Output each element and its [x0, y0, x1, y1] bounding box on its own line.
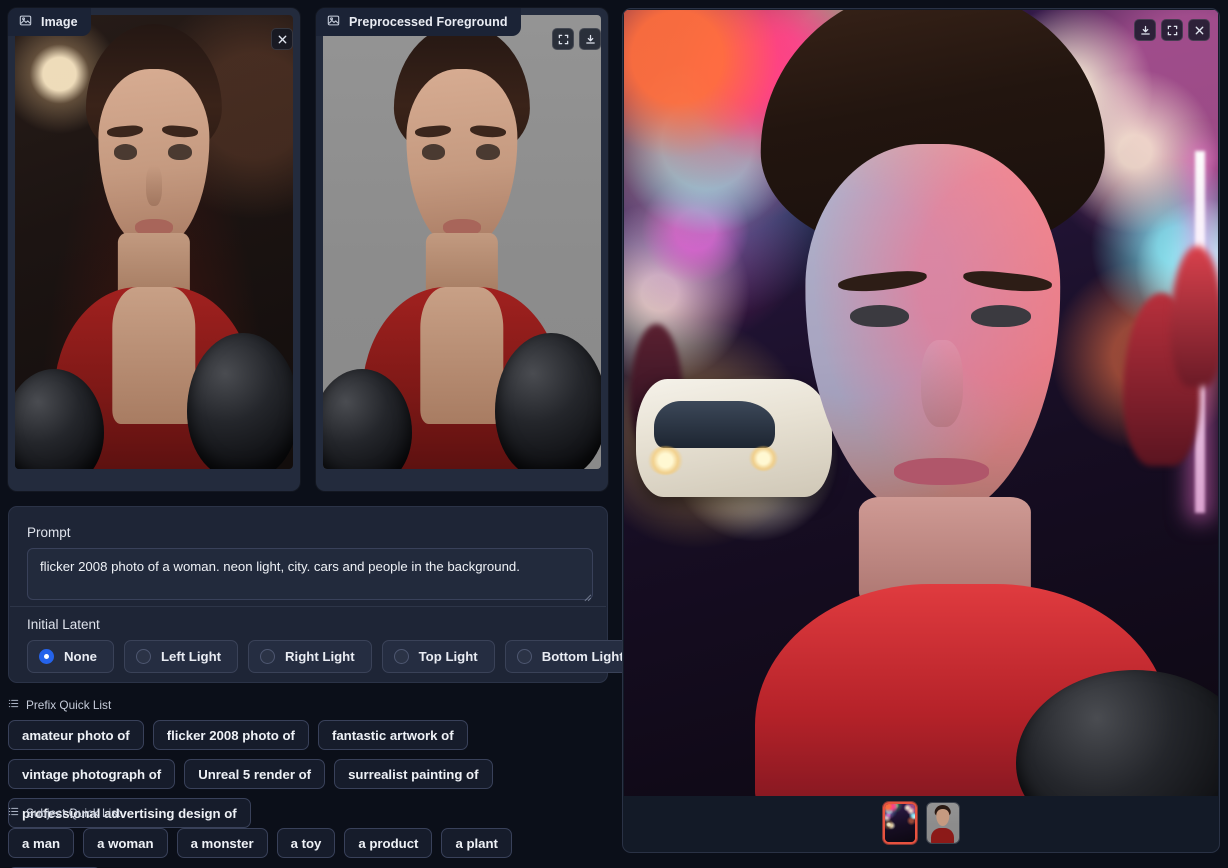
subject-chip[interactable]: a product	[344, 828, 433, 858]
result-panel	[622, 8, 1220, 853]
prompt-label: Prompt	[27, 525, 71, 540]
latent-option-label: Left Light	[160, 649, 222, 664]
latent-option-label: Right Light	[285, 649, 355, 664]
image-icon	[327, 14, 340, 30]
preprocessed-title: Preprocessed Foreground	[349, 15, 508, 29]
subject-chip-container: a man a woman a monster a toy a product …	[8, 828, 608, 868]
result-image-artwork	[624, 10, 1218, 796]
app-root: Image Preprocessed Foreground Prompt fli…	[0, 0, 1228, 868]
prefix-chip[interactable]: amateur photo of	[8, 720, 144, 750]
result-toolbar	[1134, 19, 1210, 41]
prefix-chip[interactable]: flicker 2008 photo of	[152, 720, 309, 750]
input-image-title-bar: Image	[8, 8, 91, 36]
subject-chip[interactable]: a toy	[276, 828, 336, 858]
prompt-input[interactable]	[27, 548, 593, 600]
input-image-panel: Image	[8, 8, 300, 491]
prefix-chip[interactable]: vintage photograph of	[8, 759, 176, 789]
close-icon[interactable]	[1188, 19, 1210, 41]
list-icon	[8, 806, 19, 820]
latent-option-top-light[interactable]: Top Light	[381, 640, 495, 673]
input-image-title: Image	[41, 15, 78, 29]
result-subject	[624, 10, 1218, 796]
preprocessed-image-artwork	[323, 15, 601, 469]
prefix-quick-list-header[interactable]: Prefix Quick List	[8, 698, 608, 712]
prefix-chip[interactable]: Unreal 5 render of	[184, 759, 326, 789]
subject-quick-list: Subject Quick List a man a woman a monst…	[8, 806, 608, 868]
prefix-quick-list-label: Prefix Quick List	[26, 698, 112, 712]
subject-quick-list-label: Subject Quick List	[26, 806, 121, 820]
close-icon[interactable]	[271, 28, 293, 50]
radio-icon	[39, 649, 54, 664]
latent-option-label: Top Light	[418, 649, 478, 664]
radio-icon	[393, 649, 409, 664]
prefix-chip[interactable]: fantastic artwork of	[317, 720, 468, 750]
initial-latent-label: Initial Latent	[27, 617, 100, 632]
radio-icon	[516, 649, 532, 664]
latent-option-label: Bottom Light	[541, 649, 624, 664]
latent-option-right-light[interactable]: Right Light	[248, 640, 372, 673]
latent-option-bottom-light[interactable]: Bottom Light	[504, 640, 641, 673]
subject-chip[interactable]: a plant	[441, 828, 512, 858]
radio-icon	[260, 649, 276, 664]
input-image-stage[interactable]	[15, 15, 293, 469]
input-image-toolbar	[271, 28, 293, 50]
subject-chip[interactable]: a monster	[176, 828, 268, 858]
result-thumbnail-bar	[623, 794, 1219, 852]
subject-chip[interactable]: a woman	[83, 828, 168, 858]
result-image-stage[interactable]	[624, 10, 1218, 796]
fullscreen-icon[interactable]	[552, 28, 574, 50]
latent-option-left-light[interactable]: Left Light	[123, 640, 239, 673]
subject-quick-list-header[interactable]: Subject Quick List	[8, 806, 608, 820]
prompt-divider	[10, 606, 606, 607]
preprocessed-foreground-panel: Preprocessed Foreground	[316, 8, 608, 491]
prompt-card: Prompt Initial Latent None Left Light Ri…	[8, 506, 641, 683]
prefix-chip[interactable]: surrealist painting of	[334, 759, 493, 789]
result-thumbnail-source[interactable]	[925, 802, 960, 844]
download-icon[interactable]	[1134, 19, 1156, 41]
preprocessed-toolbar	[552, 28, 601, 50]
subject-chip[interactable]: a man	[8, 828, 75, 858]
fullscreen-icon[interactable]	[1161, 19, 1183, 41]
initial-latent-radio-group: None Left Light Right Light Top Light Bo…	[27, 640, 641, 673]
latent-option-none[interactable]: None	[27, 640, 114, 673]
preprocessed-image-stage[interactable]	[323, 15, 601, 469]
input-image-artwork	[15, 15, 293, 469]
result-thumbnail-neon[interactable]	[882, 802, 917, 844]
list-icon	[8, 698, 19, 712]
image-icon	[19, 14, 32, 30]
radio-icon	[135, 649, 151, 664]
latent-option-label: None	[64, 649, 97, 664]
preprocessed-title-bar: Preprocessed Foreground	[316, 8, 521, 36]
download-icon[interactable]	[579, 28, 601, 50]
